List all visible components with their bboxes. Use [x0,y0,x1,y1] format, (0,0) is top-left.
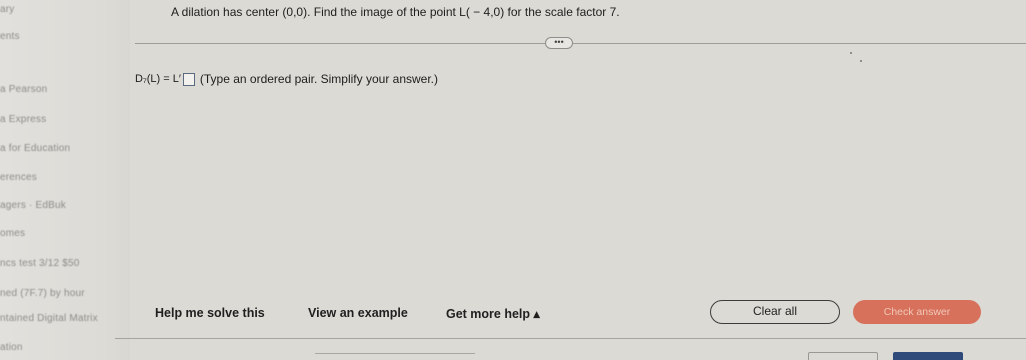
get-more-help-button[interactable]: Get more help ▴ [446,306,540,321]
sidebar-item[interactable]: erences [0,172,37,183]
decorative-dot [850,52,852,54]
sidebar-item[interactable]: a for Education [0,143,70,154]
answer-line: D₇(L) = L′ (Type an ordered pair. Simpli… [135,72,438,86]
sidebar-item[interactable]: ned (7F.7) by hour [0,288,85,299]
help-me-solve-button[interactable]: Help me solve this [155,306,265,320]
sidebar-nav: ary ents a Pearson a Express a for Educa… [0,0,130,360]
sidebar-item[interactable]: ation [0,342,23,353]
view-example-button[interactable]: View an example [308,306,408,320]
question-panel: A dilation has center (0,0). Find the im… [115,0,1026,360]
sidebar-item[interactable]: agers · EdBuk [0,200,66,211]
clear-all-button[interactable]: Clear all [710,300,840,324]
answer-input-box[interactable] [182,72,195,86]
decorative-dot [860,60,862,62]
dilation-label: D₇(L) = L′ [135,73,181,85]
sidebar-item[interactable]: a Pearson [0,84,47,95]
question-toolbar: Help me solve this View an example Get m… [135,300,1026,330]
sidebar-item[interactable]: ntained Digital Matrix [0,313,98,324]
question-text: A dilation has center (0,0). Find the im… [171,5,620,19]
sidebar-item[interactable]: ents [0,31,20,42]
divider [115,338,1026,339]
next-nav-button[interactable] [893,352,963,360]
previous-nav-button[interactable] [808,352,878,360]
sidebar-item[interactable]: ary [0,4,15,15]
divider [135,43,1026,44]
expand-more-button[interactable]: ••• [545,37,573,49]
answer-instruction: (Type an ordered pair. Simplify your ans… [199,72,438,86]
sidebar-item[interactable]: a Express [0,114,46,125]
divider [315,353,475,354]
sidebar-item[interactable]: omes [0,228,25,239]
sidebar-item[interactable]: ncs test 3/12 $50 [0,258,80,269]
check-answer-button[interactable]: Check answer [853,300,981,324]
